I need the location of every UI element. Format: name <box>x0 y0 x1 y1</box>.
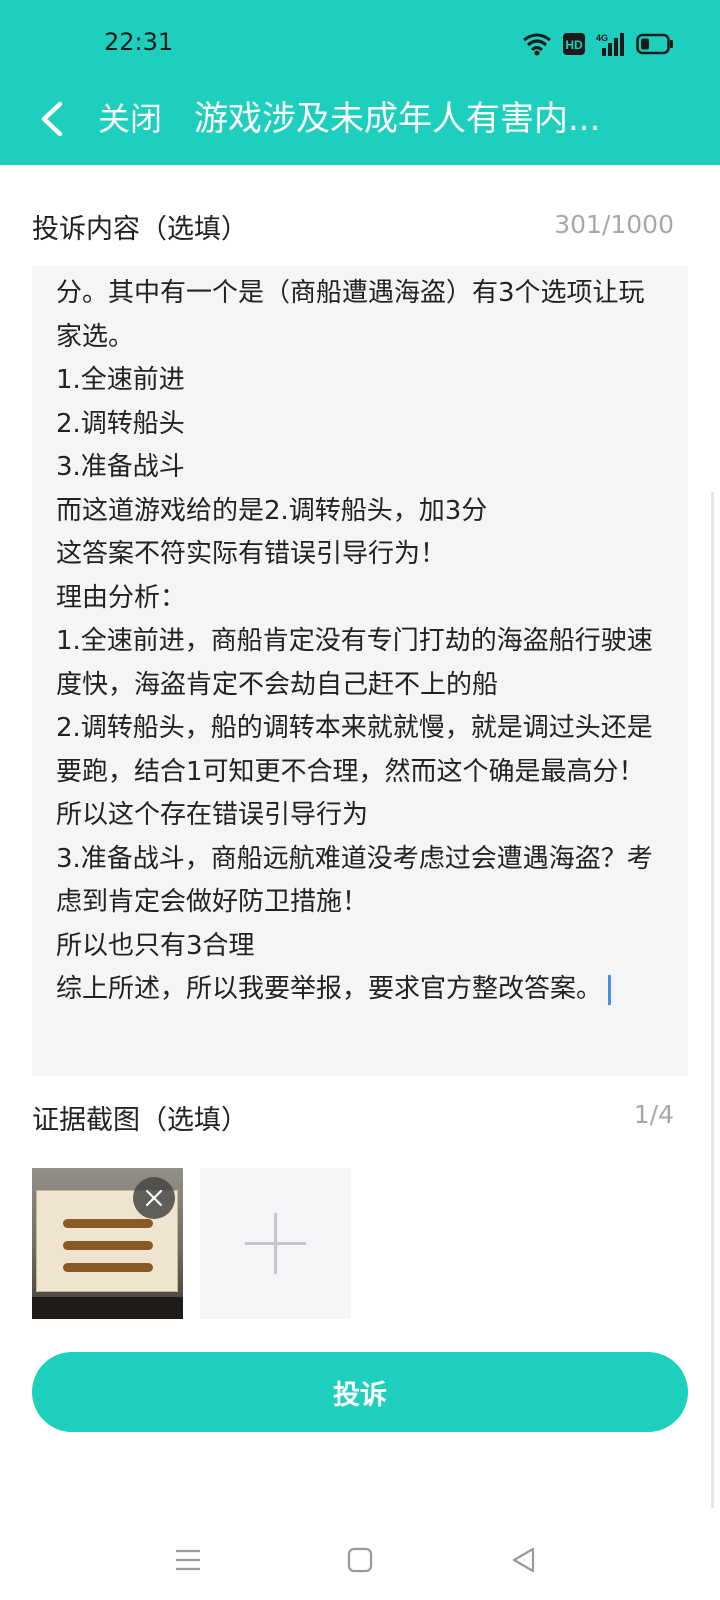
complaint-text-field[interactable]: 分。其中有一个是（商船遭遇海盗）有3个选项让玩家选。 1.全速前进 2.调转船头… <box>32 266 688 1076</box>
home-icon[interactable] <box>342 1542 378 1578</box>
thumbnail-option-bar <box>63 1241 153 1250</box>
scrollbar[interactable] <box>711 492 714 1508</box>
battery-icon <box>636 33 674 59</box>
complaint-text: 分。其中有一个是（商船遭遇海盗）有3个选项让玩家选。 1.全速前进 2.调转船头… <box>56 278 653 1004</box>
remove-image-button[interactable] <box>133 1177 175 1219</box>
system-nav-bar <box>0 1520 720 1600</box>
title-bar: 关闭 游戏涉及未成年人有害内... <box>0 88 720 150</box>
hd-label: HD <box>565 38 583 52</box>
thumbnail-footer <box>32 1297 183 1319</box>
status-bar: 22:31 HD 4G <box>0 0 720 90</box>
evidence-screenshot-label: 证据截图（选填） <box>32 1105 248 1136</box>
status-icons: HD 4G <box>522 32 674 60</box>
submit-complaint-button[interactable]: 投诉 <box>32 1352 688 1432</box>
thumbnail-option-bar <box>63 1263 153 1272</box>
complaint-char-counter: 301/1000 <box>554 210 674 239</box>
add-image-button[interactable] <box>200 1168 351 1319</box>
back-triangle-icon[interactable] <box>506 1542 542 1578</box>
thumbnail-option-bar <box>63 1219 153 1228</box>
text-cursor <box>608 974 612 1005</box>
back-arrow-icon[interactable] <box>34 98 74 140</box>
signal-icon: 4G <box>596 32 626 60</box>
plus-icon <box>245 1213 306 1274</box>
network-label: 4G <box>596 33 608 43</box>
complaint-content-label: 投诉内容（选填） <box>32 214 248 245</box>
status-time: 22:31 <box>104 28 174 56</box>
wifi-icon <box>522 32 552 60</box>
page-title: 游戏涉及未成年人有害内... <box>194 99 601 139</box>
close-icon <box>145 1189 163 1207</box>
evidence-image-counter: 1/4 <box>633 1100 674 1129</box>
close-link[interactable]: 关闭 <box>98 98 162 140</box>
menu-icon[interactable] <box>170 1542 206 1578</box>
hd-icon: HD <box>562 32 586 60</box>
app-header: 22:31 HD 4G 关闭 游戏涉及未成年人有害内... <box>0 0 720 165</box>
